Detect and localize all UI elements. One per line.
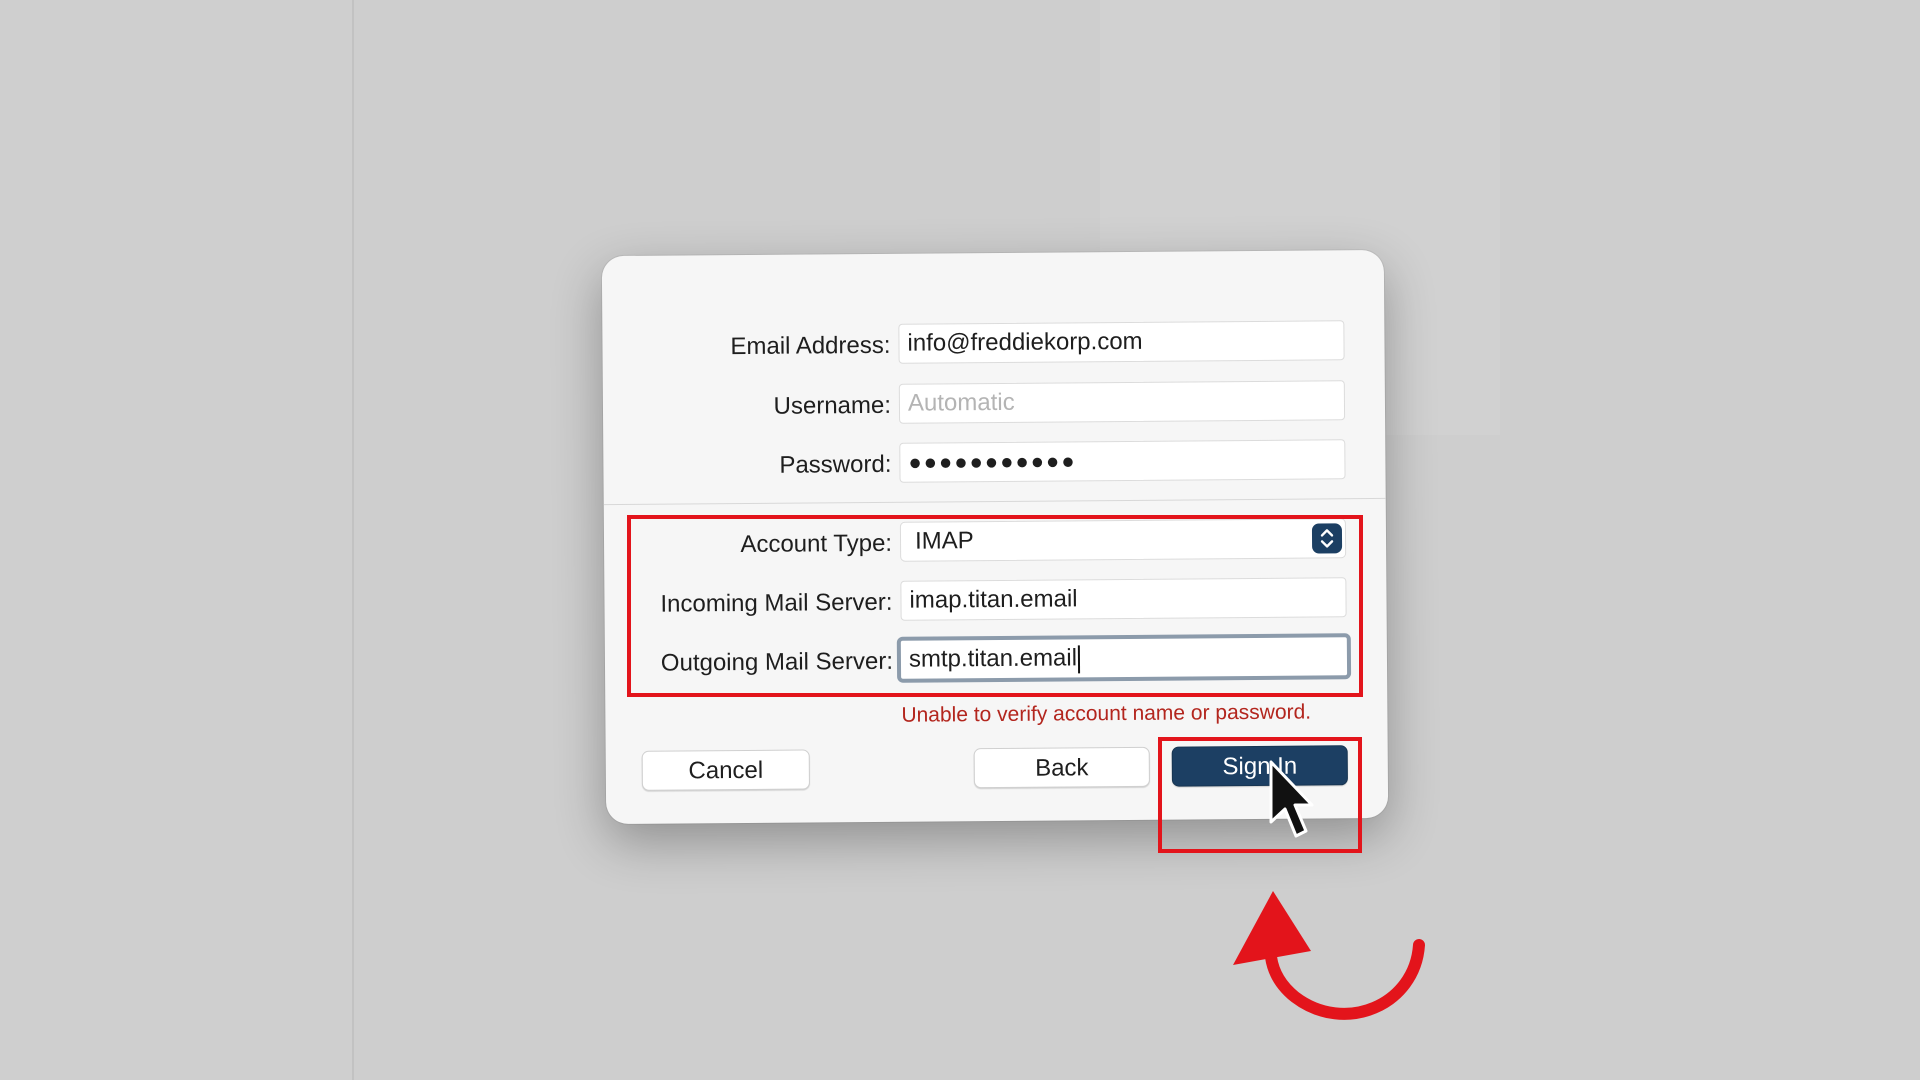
sidebar-pane: [0, 0, 354, 1080]
outgoing-server-label: Outgoing Mail Server:: [660, 647, 894, 677]
account-type-label: Account Type:: [740, 529, 893, 558]
password-label: Password:: [779, 450, 892, 479]
email-label: Email Address:: [730, 331, 891, 361]
outgoing-server-value: smtp.titan.email: [908, 644, 1078, 673]
email-row: Email Address: info@freddiekorp.com: [602, 320, 1384, 370]
account-type-select[interactable]: IMAP: [899, 518, 1347, 562]
username-row: Username:: [603, 380, 1385, 430]
email-field[interactable]: info@freddiekorp.com: [898, 320, 1345, 364]
error-message: Unable to verify account name or passwor…: [901, 700, 1312, 727]
password-field[interactable]: ●●●●●●●●●●●: [899, 439, 1346, 483]
cancel-button[interactable]: Cancel: [641, 749, 810, 791]
account-type-row: Account Type: IMAP: [604, 518, 1386, 568]
screen: Email Address: info@freddiekorp.com User…: [0, 0, 1920, 1080]
account-type-value: IMAP: [914, 527, 974, 555]
mouse-pointer-icon: [1269, 760, 1314, 838]
sign-in-button[interactable]: Sign In: [1171, 745, 1348, 787]
incoming-server-field[interactable]: imap.titan.email: [900, 577, 1347, 621]
username-label: Username:: [773, 391, 892, 420]
incoming-server-label: Incoming Mail Server:: [660, 588, 893, 618]
text-caret: [1077, 644, 1081, 674]
outgoing-server-field[interactable]: smtp.titan.email: [896, 633, 1352, 683]
incoming-server-row: Incoming Mail Server: imap.titan.email: [604, 577, 1386, 627]
curved-arrow-icon: [1233, 891, 1425, 1020]
chevron-up-down-icon[interactable]: [1311, 523, 1343, 554]
username-field[interactable]: [898, 380, 1346, 424]
outgoing-server-row: Outgoing Mail Server: smtp.titan.email: [605, 633, 1387, 686]
section-divider: [603, 497, 1386, 506]
password-row: Password: ●●●●●●●●●●●: [603, 439, 1385, 489]
account-setup-dialog: Email Address: info@freddiekorp.com User…: [601, 249, 1389, 825]
back-button[interactable]: Back: [973, 746, 1150, 789]
